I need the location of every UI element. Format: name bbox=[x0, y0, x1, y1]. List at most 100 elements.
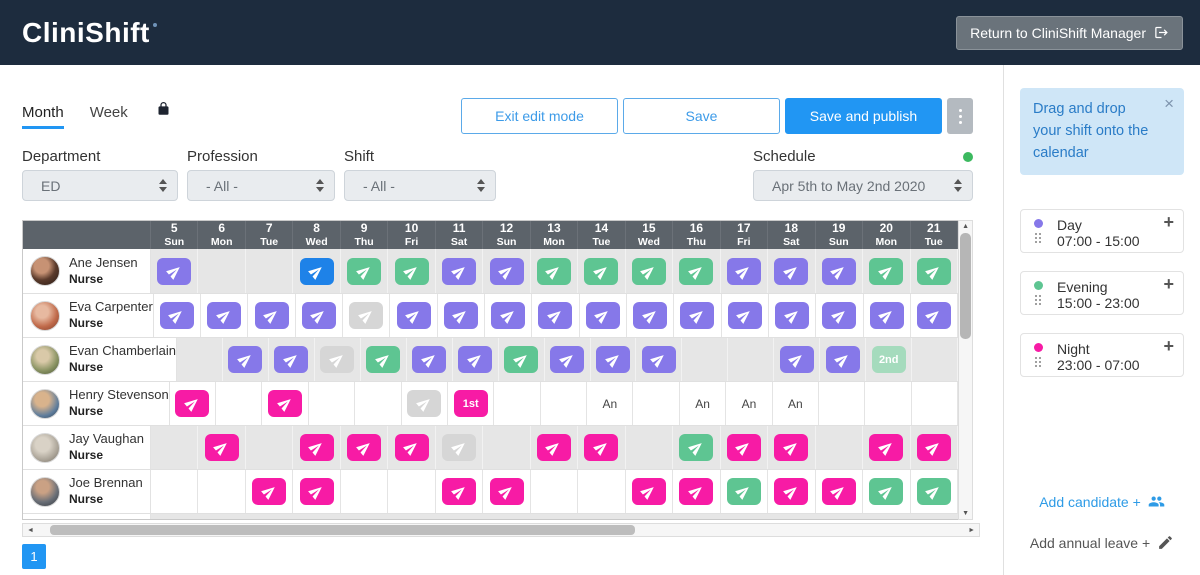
calendar-cell[interactable] bbox=[774, 338, 821, 381]
calendar-cell[interactable] bbox=[246, 470, 294, 513]
calendar-cell[interactable] bbox=[407, 338, 453, 381]
add-shift-icon[interactable]: + bbox=[1163, 213, 1174, 231]
shift-badge-night[interactable] bbox=[394, 434, 429, 461]
calendar-cell[interactable] bbox=[768, 249, 816, 293]
calendar-cell[interactable] bbox=[343, 294, 391, 337]
shift-badge-disabled[interactable] bbox=[320, 346, 355, 373]
horizontal-scroll-thumb[interactable] bbox=[50, 525, 635, 535]
calendar-cell[interactable] bbox=[721, 249, 769, 293]
calendar-cell[interactable] bbox=[673, 470, 721, 513]
shift-badge-evening[interactable] bbox=[504, 346, 539, 373]
shift-badge-day[interactable] bbox=[538, 302, 573, 329]
shift-badge-day[interactable] bbox=[727, 302, 762, 329]
shift-badge-evening[interactable] bbox=[631, 257, 666, 285]
calendar-cell[interactable] bbox=[911, 470, 958, 513]
exit-edit-mode-button[interactable]: Exit edit mode bbox=[461, 98, 618, 134]
shift-badge-night[interactable] bbox=[631, 478, 666, 505]
shift-badge-day[interactable] bbox=[157, 257, 192, 285]
drag-handle-icon[interactable] bbox=[1035, 233, 1041, 244]
horizontal-scrollbar[interactable]: ◄ ► bbox=[22, 523, 980, 537]
calendar-cell[interactable] bbox=[485, 294, 533, 337]
shift-badge-night[interactable] bbox=[916, 434, 951, 461]
shift-badge-night[interactable] bbox=[252, 478, 287, 505]
vertical-scroll-thumb[interactable] bbox=[960, 233, 972, 339]
calendar-cell[interactable] bbox=[728, 338, 775, 381]
shift-badge-disabled[interactable] bbox=[442, 434, 477, 461]
calendar-cell[interactable] bbox=[531, 470, 579, 513]
profession-select[interactable]: - All - bbox=[187, 170, 335, 201]
calendar-cell[interactable] bbox=[578, 426, 626, 469]
calendar-cell[interactable] bbox=[341, 426, 389, 469]
calendar-cell[interactable] bbox=[170, 382, 217, 425]
shift-badge-day[interactable] bbox=[774, 257, 809, 285]
shift-badge-night[interactable] bbox=[679, 478, 714, 505]
shift-badge-day[interactable] bbox=[596, 346, 630, 373]
calendar-cell[interactable] bbox=[388, 426, 436, 469]
shift-badge-night[interactable] bbox=[536, 434, 571, 461]
calendar-cell[interactable] bbox=[262, 382, 309, 425]
shift-badge-day[interactable] bbox=[274, 346, 309, 373]
shift-badge-night[interactable] bbox=[774, 478, 809, 505]
shift-badge-night[interactable] bbox=[175, 390, 210, 417]
calendar-cell[interactable] bbox=[721, 426, 769, 469]
calendar-cell[interactable] bbox=[580, 294, 627, 337]
calendar-cell[interactable] bbox=[436, 249, 484, 293]
shift-badge-day[interactable] bbox=[412, 346, 447, 373]
shift-badge-night[interactable] bbox=[584, 434, 619, 461]
shift-badge-evening[interactable] bbox=[679, 257, 714, 285]
drag-handle-icon[interactable] bbox=[1035, 357, 1041, 368]
shift-badge-day[interactable] bbox=[822, 302, 857, 329]
calendar-cell[interactable] bbox=[578, 249, 626, 293]
calendar-cell[interactable] bbox=[494, 382, 541, 425]
add-candidate-link[interactable]: Add candidate + bbox=[1020, 493, 1184, 510]
calendar-cell[interactable] bbox=[246, 249, 294, 293]
calendar-cell[interactable] bbox=[296, 294, 344, 337]
calendar-cell[interactable] bbox=[816, 294, 864, 337]
shift-badge-day[interactable] bbox=[301, 302, 336, 329]
shift-rank-badge[interactable]: 2nd bbox=[871, 346, 906, 373]
calendar-cell[interactable] bbox=[293, 249, 341, 293]
shift-badge-day[interactable] bbox=[550, 346, 585, 373]
calendar-cell[interactable] bbox=[863, 249, 911, 293]
shift-badge-night[interactable] bbox=[821, 478, 856, 505]
calendar-cell[interactable] bbox=[768, 426, 816, 469]
calendar-cell[interactable] bbox=[911, 249, 958, 293]
calendar-cell[interactable] bbox=[293, 426, 341, 469]
calendar-cell[interactable] bbox=[865, 382, 912, 425]
shift-card-night[interactable]: Night 23:00 - 07:00 + bbox=[1020, 333, 1184, 378]
shift-badge-day[interactable] bbox=[458, 346, 493, 373]
shift-card-evening[interactable]: Evening 15:00 - 23:00 + bbox=[1020, 271, 1184, 316]
calendar-cell[interactable] bbox=[636, 338, 683, 381]
calendar-cell[interactable] bbox=[436, 426, 484, 469]
calendar-cell[interactable] bbox=[673, 249, 721, 293]
shift-badge-night[interactable] bbox=[442, 478, 477, 505]
calendar-cell[interactable] bbox=[151, 249, 199, 293]
department-select[interactable]: ED bbox=[22, 170, 178, 201]
shift-badge-evening[interactable] bbox=[347, 257, 382, 285]
shift-badge-day[interactable] bbox=[825, 346, 860, 373]
shift-badge-night[interactable] bbox=[347, 434, 382, 461]
shift-badge-day[interactable] bbox=[207, 302, 242, 329]
calendar-cell[interactable] bbox=[216, 382, 263, 425]
tab-month[interactable]: Month bbox=[22, 104, 64, 129]
shift-badge-night[interactable] bbox=[726, 434, 761, 461]
calendar-cell[interactable] bbox=[673, 426, 721, 469]
shift-badge-evening[interactable] bbox=[869, 257, 904, 285]
shift-badge-day[interactable] bbox=[779, 346, 814, 373]
shift-badge-day[interactable] bbox=[585, 302, 620, 329]
calendar-cell[interactable] bbox=[864, 294, 911, 337]
calendar-cell[interactable] bbox=[438, 294, 486, 337]
calendar-cell[interactable]: An bbox=[726, 382, 773, 425]
return-manager-button[interactable]: Return to CliniShift Manager bbox=[956, 15, 1183, 50]
calendar-cell[interactable] bbox=[436, 470, 484, 513]
shift-badge-night[interactable] bbox=[774, 434, 809, 461]
save-button[interactable]: Save bbox=[623, 98, 780, 134]
calendar-cell[interactable] bbox=[483, 249, 531, 293]
vertical-scrollbar[interactable]: ▲ ▼ bbox=[958, 220, 973, 520]
shift-badge-blue[interactable] bbox=[299, 257, 334, 285]
add-shift-icon[interactable]: + bbox=[1163, 337, 1174, 355]
calendar-cell[interactable]: An bbox=[587, 382, 634, 425]
calendar-cell[interactable] bbox=[768, 470, 816, 513]
calendar-cell[interactable] bbox=[863, 470, 911, 513]
calendar-cell[interactable] bbox=[315, 338, 361, 381]
